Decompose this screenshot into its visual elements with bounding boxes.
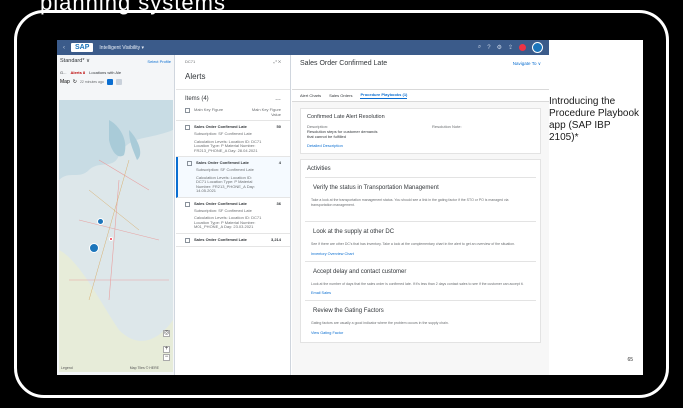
settings-icon[interactable]: ⚙ (497, 44, 502, 51)
alert-name: Sales Order Confirmed Late (194, 236, 247, 242)
alert-name: Sales Order Confirmed Late (196, 160, 249, 165)
alert-name: Sales Order Confirmed Late (194, 124, 247, 129)
map-canvas[interactable]: ◎ + − Legend Map Tiles © HERE (59, 100, 173, 372)
location-pin-dc[interactable] (89, 243, 99, 253)
alert-subscription: Subscription: SF Confirmed Late (194, 131, 252, 136)
alert-calc-levels: Calculation Levels: Location ID: DC71 Lo… (196, 174, 255, 193)
select-all-checkbox[interactable] (185, 108, 190, 113)
map-attribution: Map Tiles © HERE (129, 366, 159, 370)
activity-text: See if there are other DC's that has inv… (311, 242, 516, 246)
activities-section: Activities Verify the status in Transpor… (300, 159, 541, 343)
activity-item: Verify the status in Transportation Mana… (305, 177, 536, 221)
alert-value: 3,214 (270, 236, 281, 242)
tab-procedure-playbooks[interactable]: Procedure Playbooks (1) (360, 92, 408, 99)
alerts-count[interactable]: Alerts 8 (70, 70, 85, 75)
row-checkbox[interactable] (185, 201, 190, 207)
activity-title: Look at the supply at other DC (313, 229, 395, 235)
zoom-in-icon[interactable]: + (163, 346, 170, 353)
alert-name: Sales Order Confirmed Late (194, 200, 247, 206)
col-key-value[interactable]: Main Key Figure Value (251, 107, 281, 117)
col-key-figure[interactable]: Main Key Figure (194, 107, 247, 117)
resolution-note-label: Resolution Note: (432, 124, 462, 129)
inventory-chart-link[interactable]: Inventory Overview Chart (311, 252, 530, 256)
table-row[interactable]: Sales Order Confirmed Late Subscription:… (176, 157, 290, 198)
alert-calc-levels: Calculation Levels: Location ID: DC71 Lo… (194, 138, 262, 153)
slide-intro-text: Introducing the Procedure Playbook app (… (549, 96, 640, 143)
activity-text: Gating factors are usually a good indica… (311, 321, 449, 325)
app-title[interactable]: Intelligent Visibility ▾ (99, 45, 144, 51)
variant-selector[interactable]: Standard* ∨ (60, 58, 90, 64)
locations-filter[interactable]: Locations with Ale (89, 70, 121, 75)
back-icon[interactable]: ‹ (63, 45, 65, 51)
activity-text: Take a look at the transportation manage… (311, 198, 509, 207)
shell-bar: ‹ SAP Intelligent Visibility ▾ ⌕ ? ⚙ ⇪ (57, 40, 549, 55)
alerts-panel: DC71 ⤢ ✕ Alerts Items (4) … Main Key Fig… (176, 55, 291, 375)
app-screen: ‹ SAP Intelligent Visibility ▾ ⌕ ? ⚙ ⇪ S… (57, 40, 643, 375)
activities-title: Activities (307, 166, 331, 172)
sap-logo: SAP (71, 43, 94, 52)
tab-alert-charts[interactable]: Alert Charts (300, 93, 321, 98)
detail-panel: Sales Order Confirmed Late Navigate To ∨… (292, 55, 549, 375)
activity-text: Look at the number of days that the sale… (311, 281, 524, 286)
filter-chip[interactable]: G... (60, 70, 66, 75)
resolution-title: Confirmed Late Alert Resolution (307, 114, 385, 120)
table-row[interactable]: Sales Order Confirmed Late Subscription:… (176, 198, 290, 234)
share-icon[interactable]: ⇪ (508, 44, 513, 51)
alert-calc-levels: Calculation Levels: Location ID: DC71 Lo… (194, 215, 262, 229)
alert-value: 50 (276, 124, 281, 129)
gating-factor-link[interactable]: View Gating Factor (311, 331, 530, 335)
zoom-out-icon[interactable]: − (163, 354, 170, 361)
detailed-description-link[interactable]: Detailed Description (307, 143, 534, 148)
locate-icon[interactable]: ◎ (163, 330, 170, 337)
alert-subscription: Subscription: SF Confirmed Late (196, 167, 254, 172)
activity-title: Accept delay and contact customer (313, 268, 407, 275)
grid-view-button[interactable] (115, 79, 122, 85)
items-count: Items (4) (185, 96, 209, 102)
tab-sales-orders[interactable]: Sales Orders (329, 93, 352, 98)
row-checkbox[interactable] (185, 125, 190, 130)
refresh-time: 22 minutes ago (79, 80, 104, 84)
email-sales-link[interactable]: Email Sales (311, 291, 530, 295)
alerts-table-header: Main Key Figure Main Key Figure Value (176, 104, 290, 121)
alerts-title: Alerts (176, 68, 290, 90)
detail-title: Sales Order Confirmed Late (300, 60, 388, 67)
refresh-icon[interactable]: ↻ (73, 79, 77, 85)
help-icon[interactable]: ? (487, 45, 490, 51)
page-number: 65 (627, 357, 633, 363)
activity-title: Verify the status in Transportation Mana… (313, 185, 439, 191)
location-pin-dc71[interactable] (97, 218, 104, 225)
alert-value: 4 (278, 160, 281, 165)
table-row[interactable]: Sales Order Confirmed Late Subscription:… (176, 121, 290, 157)
more-icon[interactable]: … (275, 96, 281, 102)
resolution-card: Confirmed Late Alert Resolution Descript… (300, 108, 541, 154)
row-checkbox[interactable] (185, 237, 190, 243)
slide-side-text: Introducing the Procedure Playbook app (… (549, 40, 643, 375)
activity-item: Review the Gating Factors Gating factors… (305, 300, 536, 340)
select-profile-link[interactable]: Select Profile (147, 59, 171, 64)
search-icon[interactable]: ⌕ (478, 44, 481, 51)
row-checkbox[interactable] (187, 161, 192, 166)
notification-icon[interactable] (519, 44, 526, 51)
map-view-button[interactable] (106, 79, 113, 85)
alert-subscription: Subscription: SF Confirmed Late (194, 207, 252, 213)
detail-tabs: Alert Charts Sales Orders Procedure Play… (292, 90, 549, 102)
navigate-to-menu[interactable]: Navigate To ∨ (513, 61, 541, 67)
panel-actions-icon[interactable]: ⤢ ✕ (274, 59, 281, 64)
map-panel: Standard* ∨ Select Profile G... Alerts 8… (57, 55, 175, 375)
activity-item: Accept delay and contact customer Look a… (305, 260, 536, 300)
alerts-context: DC71 (185, 59, 196, 64)
map-label: Map (60, 79, 70, 85)
activity-item: Look at the supply at other DC See if th… (305, 221, 536, 261)
alert-value: 36 (276, 200, 281, 206)
table-row[interactable]: Sales Order Confirmed Late 3,214 (176, 234, 290, 247)
activity-title: Review the Gating Factors (313, 308, 384, 314)
description-text: Resolution steps for customer demands th… (307, 129, 378, 139)
alert-pin[interactable] (109, 237, 113, 241)
map-shapes (59, 100, 173, 372)
avatar[interactable] (532, 42, 543, 53)
map-legend[interactable]: Legend (61, 366, 73, 370)
